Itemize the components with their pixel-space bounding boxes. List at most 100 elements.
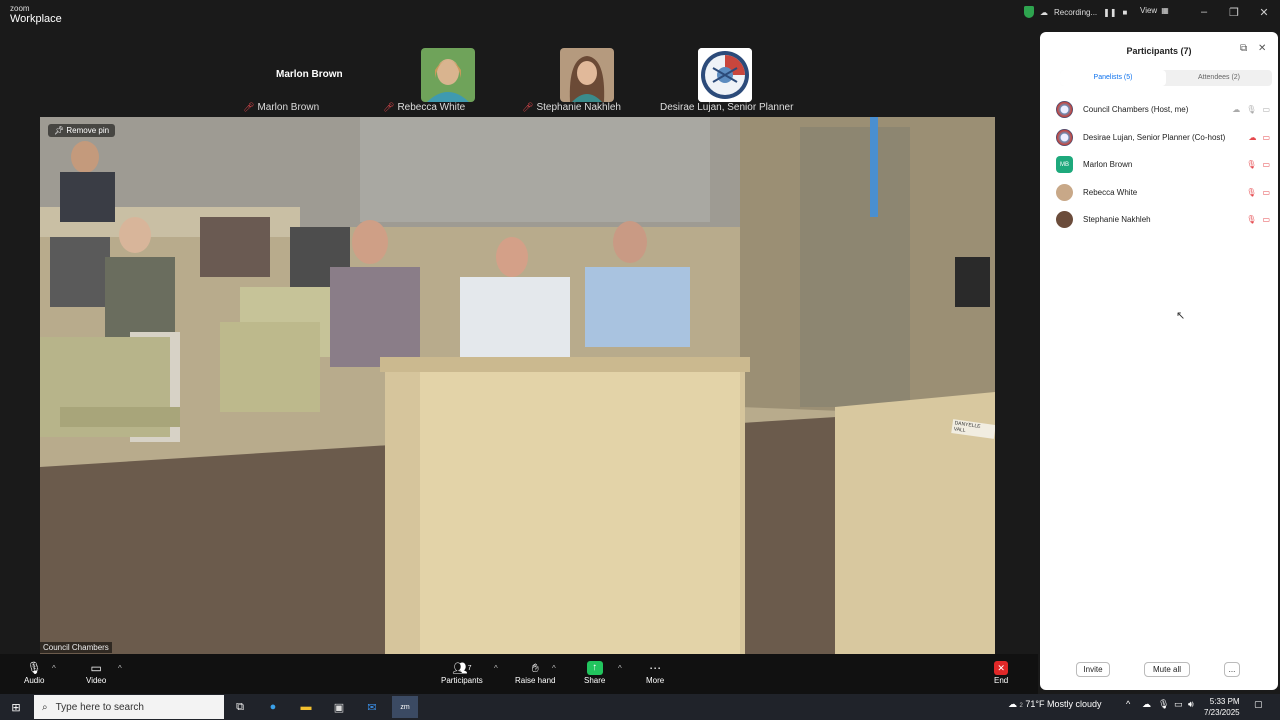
end-label: End bbox=[994, 676, 1009, 685]
participant-list: Council Chambers (Host, me) ☁ 🎙︎ ▭ Desir… bbox=[1056, 96, 1270, 234]
video-options-chevron-icon[interactable]: ^ bbox=[118, 664, 122, 673]
strip-tile-label-rebecca: 🎤︎ Rebecca White bbox=[383, 102, 465, 113]
task-view-icon[interactable]: ⧉ bbox=[232, 699, 248, 715]
cloud-icon: ☁ bbox=[1248, 132, 1257, 142]
share-button[interactable]: ↑ Share bbox=[584, 660, 605, 685]
participant-row[interactable]: Desirae Lujan, Senior Planner (Co-host) … bbox=[1056, 124, 1270, 152]
edge-browser-icon[interactable]: ● bbox=[265, 699, 281, 715]
more-options-button[interactable]: ... bbox=[1224, 662, 1240, 677]
view-button[interactable]: View ▦ bbox=[1140, 6, 1169, 15]
security-shield-icon[interactable] bbox=[1024, 6, 1034, 18]
participant-row[interactable]: Stephanie Nakhleh 🎙︎ ▭ bbox=[1056, 206, 1270, 234]
participant-row[interactable]: Council Chambers (Host, me) ☁ 🎙︎ ▭ bbox=[1056, 96, 1270, 124]
participant-name: Rebecca White bbox=[1083, 187, 1138, 197]
zoom-taskbar-icon[interactable]: zm bbox=[392, 696, 418, 718]
participant-row[interactable]: Rebecca White 🎙︎ ▭ bbox=[1056, 179, 1270, 207]
weather-text: 71°F Mostly cloudy bbox=[1025, 699, 1102, 709]
camera-icon[interactable]: ▭ bbox=[1262, 105, 1270, 114]
reactions-chevron-icon[interactable]: ^ bbox=[552, 664, 556, 673]
windows-start-icon[interactable]: ⊞ bbox=[8, 699, 24, 715]
strip-name-text: Stephanie Nakhleh bbox=[536, 102, 621, 113]
panel-footer: Invite Mute all ... bbox=[1040, 662, 1278, 682]
close-panel-icon[interactable]: ✕ bbox=[1258, 43, 1266, 54]
store-icon[interactable]: ▣ bbox=[331, 699, 347, 715]
photo-avatar bbox=[1056, 183, 1073, 201]
audio-options-chevron-icon[interactable]: ^ bbox=[52, 664, 56, 673]
share-options-chevron-icon[interactable]: ^ bbox=[618, 664, 622, 673]
photo-avatar bbox=[1056, 211, 1073, 229]
mute-all-button[interactable]: Mute all bbox=[1144, 662, 1190, 677]
cloud-icon: ☁ bbox=[1008, 699, 1017, 709]
stephanie-nakhleh-thumbnail[interactable] bbox=[560, 48, 614, 102]
audio-label: Audio bbox=[24, 676, 45, 685]
audio-button[interactable]: 🎙︎ Audio bbox=[24, 660, 44, 685]
strip-name-text: Marlon Brown bbox=[257, 102, 320, 113]
mic-muted-icon: 🎤︎ bbox=[522, 102, 534, 112]
rebecca-white-avatar bbox=[421, 48, 475, 102]
camera-off-icon[interactable]: ▭ bbox=[1262, 133, 1270, 142]
remove-pin-label: Remove pin bbox=[66, 126, 110, 135]
stop-recording-icon[interactable]: ■ bbox=[1123, 8, 1128, 17]
participant-row[interactable]: MB Marlon Brown 🎙︎ ▭ bbox=[1056, 151, 1270, 179]
raise-hand-button[interactable]: ✋︎ Raise hand bbox=[515, 660, 555, 686]
mic-muted-icon[interactable]: 🎙︎ bbox=[1246, 160, 1256, 169]
clock-date: 7/23/2025 bbox=[1204, 708, 1240, 717]
main-video[interactable]: DANYELLE VALL bbox=[40, 117, 995, 654]
mic-muted-icon[interactable]: 🎙︎ bbox=[1246, 188, 1256, 197]
show-hidden-icons-icon[interactable]: ^ bbox=[1126, 699, 1130, 709]
participant-status: 🎙︎ ▭ bbox=[1246, 160, 1270, 169]
microphone-icon[interactable]: 🎙︎ bbox=[1246, 105, 1256, 114]
more-button[interactable]: ⋯ More bbox=[646, 660, 664, 685]
video-button[interactable]: ▭ Video bbox=[86, 660, 106, 685]
mail-icon[interactable]: ✉ bbox=[364, 699, 380, 715]
cloud-icon: ☁ bbox=[1232, 105, 1241, 115]
close-window-icon[interactable]: ✕ bbox=[1256, 6, 1272, 19]
hand-icon: ✋︎ bbox=[531, 660, 539, 675]
pin-icon: 📌︎ bbox=[54, 126, 65, 135]
tab-panelists[interactable]: Panelists (5) bbox=[1060, 70, 1166, 86]
weather-widget[interactable]: ☁ 2 71°F Mostly cloudy bbox=[1008, 699, 1102, 710]
more-label: More bbox=[646, 676, 665, 685]
file-explorer-icon[interactable]: ▬ bbox=[298, 699, 314, 715]
system-clock[interactable]: 5:33 PM 7/23/2025 bbox=[1204, 696, 1240, 718]
tray-display-icon[interactable]: ▭ bbox=[1174, 699, 1183, 710]
participants-icon: 👥︎ 7 bbox=[452, 661, 472, 675]
participant-name: Marlon Brown bbox=[1083, 160, 1133, 170]
notifications-icon[interactable]: ▢ bbox=[1254, 699, 1263, 710]
search-placeholder: Type here to search bbox=[55, 701, 144, 713]
camera-off-icon[interactable]: ▭ bbox=[1262, 188, 1270, 197]
participant-name: Desirae Lujan, Senior Planner (Co-host) bbox=[1083, 132, 1226, 142]
participants-count: 7 bbox=[467, 664, 472, 672]
participants-button[interactable]: 👥︎ 7 Participants bbox=[441, 660, 483, 685]
mic-muted-icon: 🎤︎ bbox=[243, 102, 255, 112]
title-bar: zoom Workplace ☁ Recording... ❚❚ ■ View … bbox=[0, 0, 1280, 30]
pop-out-icon[interactable]: ⧉ bbox=[1240, 43, 1247, 54]
tab-attendees[interactable]: Attendees (2) bbox=[1166, 70, 1272, 86]
tray-microphone-icon[interactable]: 🎙︎ bbox=[1158, 699, 1169, 710]
restore-icon[interactable]: ❐ bbox=[1226, 6, 1242, 19]
invite-button[interactable]: Invite bbox=[1076, 662, 1110, 677]
grid-icon: ▦ bbox=[1161, 6, 1169, 15]
meeting-toolbar: 🎙︎ Audio ^ ▭ Video ^ 👥︎ 7 Participants ^ … bbox=[0, 654, 1038, 694]
end-call-icon: ✕ bbox=[994, 660, 1009, 676]
strip-name-text: Desirae Lujan, Senior Planner bbox=[660, 102, 794, 113]
microphone-icon: 🎙︎ bbox=[26, 661, 42, 675]
minimize-icon[interactable]: – bbox=[1196, 6, 1212, 18]
mic-muted-icon[interactable]: 🎙︎ bbox=[1246, 215, 1256, 224]
participants-options-chevron-icon[interactable]: ^ bbox=[494, 664, 498, 673]
network-cloud-icon[interactable]: ☁ bbox=[1142, 699, 1151, 710]
taskbar-search[interactable]: ⌕ Type here to search bbox=[34, 695, 224, 719]
participant-tabs: Panelists (5) Attendees (2) bbox=[1060, 70, 1272, 86]
rebecca-white-thumbnail[interactable] bbox=[421, 48, 475, 102]
pause-recording-icon[interactable]: ❚❚ bbox=[1103, 8, 1116, 17]
city-seal-avatar bbox=[698, 48, 752, 102]
camera-off-icon[interactable]: ▭ bbox=[1262, 215, 1270, 224]
initials-avatar: MB bbox=[1056, 156, 1073, 174]
end-button[interactable]: ✕ End bbox=[994, 660, 1008, 685]
mouse-cursor-icon: ↖ bbox=[1176, 310, 1186, 322]
participants-label: Participants bbox=[441, 676, 483, 685]
volume-icon[interactable]: 🔊︎ bbox=[1188, 699, 1194, 710]
camera-off-icon[interactable]: ▭ bbox=[1262, 160, 1270, 169]
desirae-lujan-thumbnail[interactable] bbox=[698, 48, 752, 102]
remove-pin-button[interactable]: 📌︎ Remove pin bbox=[48, 124, 116, 137]
